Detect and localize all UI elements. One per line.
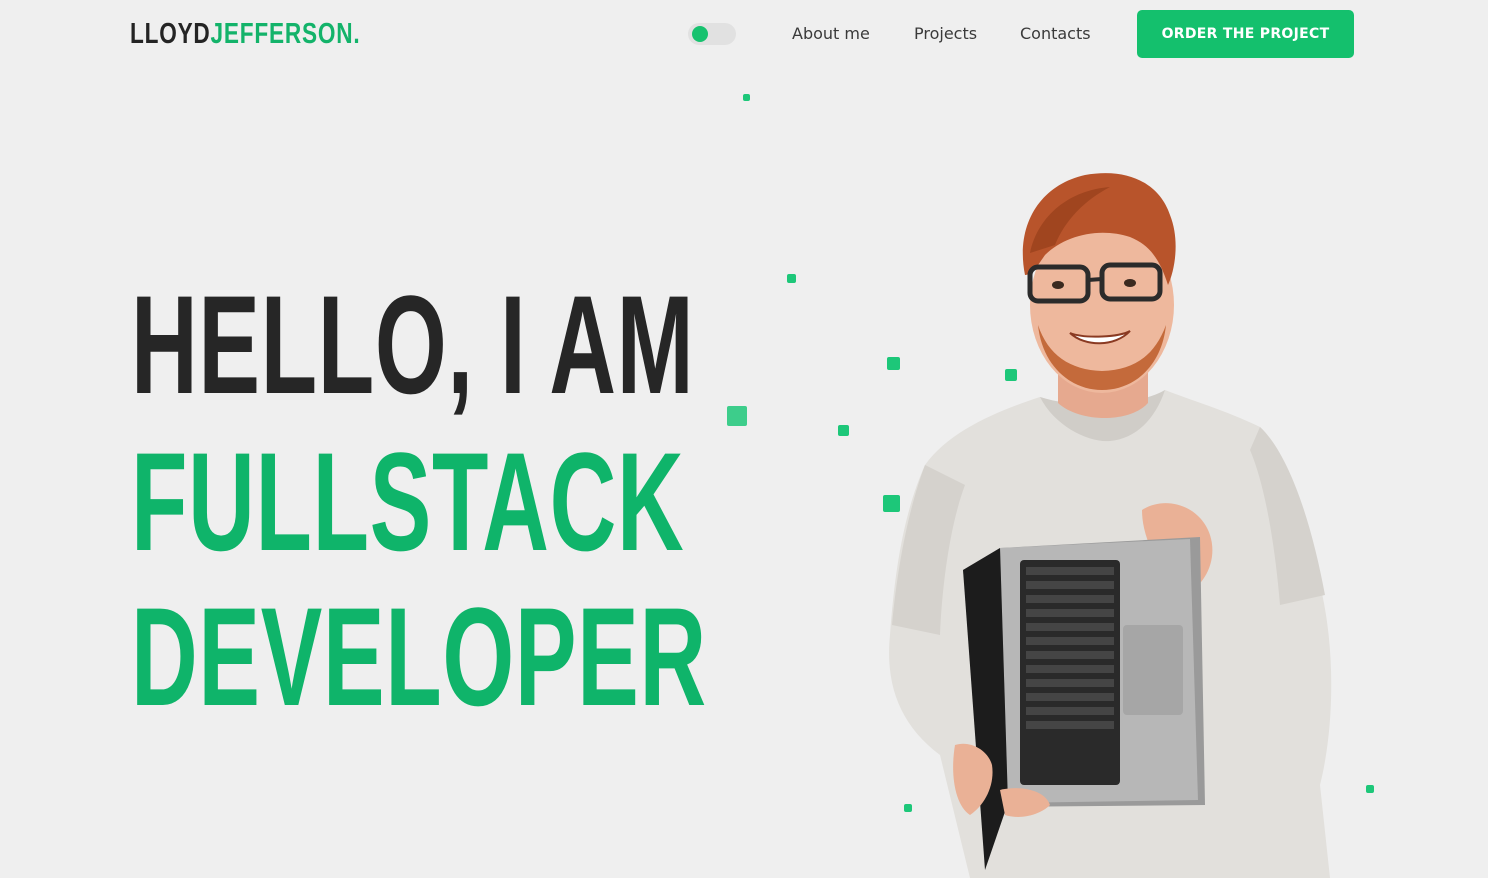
theme-toggle-icon <box>692 26 708 42</box>
decorative-particle <box>787 274 796 283</box>
decorative-particle <box>743 94 750 101</box>
nav-projects[interactable]: Projects <box>914 22 977 46</box>
developer-portrait <box>889 173 1332 878</box>
site-header: LLOYDJEFFERSON. About me Projects Contac… <box>0 0 1488 68</box>
nav-contacts[interactable]: Contacts <box>1020 22 1091 46</box>
decorative-particle <box>727 406 747 426</box>
logo-first-name: LLOYD <box>130 18 211 50</box>
hero-heading-line-1: HELLO, I AM <box>131 266 695 423</box>
decorative-particle <box>838 425 849 436</box>
hero-heading-line-3: DEVELOPER <box>131 578 707 735</box>
logo[interactable]: LLOYDJEFFERSON. <box>130 14 360 54</box>
theme-toggle[interactable] <box>688 23 736 45</box>
nav-about-me[interactable]: About me <box>792 22 870 46</box>
logo-last-name: JEFFERSON. <box>210 18 361 50</box>
order-project-button[interactable]: ORDER THE PROJECT <box>1137 10 1354 58</box>
hero-heading-line-2: FULLSTACK <box>131 423 685 580</box>
decorative-particle <box>1366 785 1374 793</box>
